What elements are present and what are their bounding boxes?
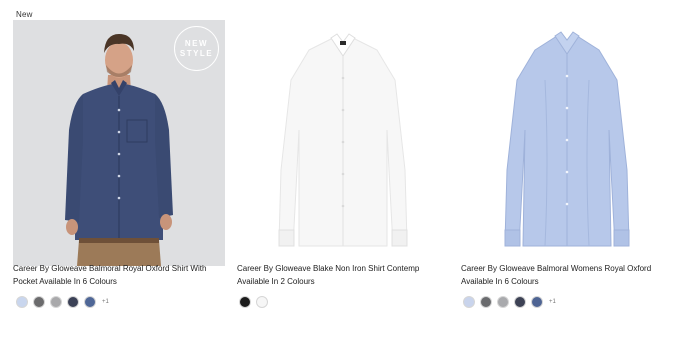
badge-line-1: NEW — [184, 38, 209, 48]
new-style-badge: NEW STYLE — [174, 26, 219, 71]
blue-shirt-illustration — [504, 31, 630, 247]
product-title[interactable]: Career By Gloweave Balmoral Womens Royal… — [461, 262, 676, 288]
product-title[interactable]: Career By Gloweave Blake Non Iron Shirt … — [237, 262, 452, 288]
badge-line-2: STYLE — [179, 48, 214, 58]
product-card[interactable] — [237, 20, 449, 266]
color-swatches — [239, 296, 274, 308]
color-swatches: +1 — [16, 296, 109, 308]
product-image-blue-shirt[interactable] — [461, 20, 673, 266]
color-swatch[interactable] — [463, 296, 475, 308]
product-image-model[interactable]: NEW STYLE — [13, 20, 225, 266]
product-card[interactable]: NEW STYLE — [13, 20, 225, 266]
more-colors-count[interactable]: +1 — [102, 299, 109, 305]
color-swatch[interactable] — [480, 296, 492, 308]
color-swatch[interactable] — [16, 296, 28, 308]
color-swatch[interactable] — [84, 296, 96, 308]
product-title[interactable]: Career By Gloweave Balmoral Royal Oxford… — [13, 262, 228, 288]
color-swatch[interactable] — [67, 296, 79, 308]
color-swatch[interactable] — [256, 296, 268, 308]
color-swatch[interactable] — [531, 296, 543, 308]
color-swatch[interactable] — [239, 296, 251, 308]
color-swatch[interactable] — [33, 296, 45, 308]
white-shirt-illustration — [278, 33, 408, 247]
color-swatch[interactable] — [50, 296, 62, 308]
color-swatch[interactable] — [514, 296, 526, 308]
color-swatches: +1 — [463, 296, 556, 308]
more-colors-count[interactable]: +1 — [549, 299, 556, 305]
color-swatch[interactable] — [497, 296, 509, 308]
product-card[interactable] — [461, 20, 673, 266]
product-image-white-shirt[interactable] — [237, 20, 449, 266]
new-label: New — [16, 10, 33, 19]
